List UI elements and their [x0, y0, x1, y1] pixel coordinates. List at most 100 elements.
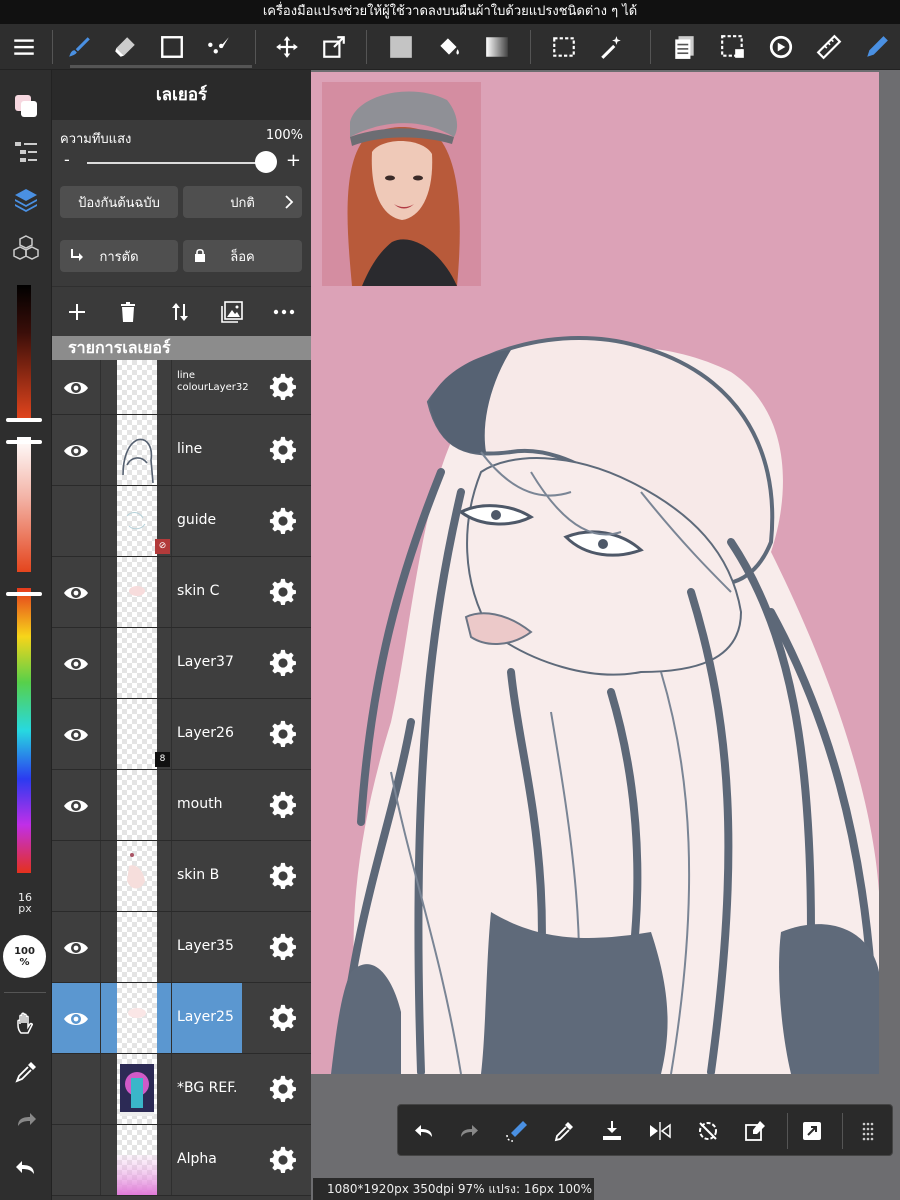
layer-row[interactable]: Layer26 8: [52, 699, 311, 770]
layer-thumbnail[interactable]: [117, 770, 157, 840]
opacity-decrease-button[interactable]: -: [64, 150, 70, 169]
gear-icon[interactable]: [269, 507, 297, 535]
clear-layer-icon[interactable]: [741, 1117, 769, 1145]
layer-row[interactable]: mouth: [52, 770, 311, 841]
layer-row[interactable]: line colourLayer32: [52, 360, 311, 415]
rotate-icon[interactable]: [762, 28, 800, 66]
layer-thumbnail[interactable]: [117, 486, 157, 556]
layer-thumbnail[interactable]: [117, 360, 157, 414]
layer-thumbnail[interactable]: [117, 415, 157, 485]
dropper-icon[interactable]: [550, 1117, 578, 1145]
layer-thumbnail[interactable]: [117, 841, 157, 911]
menu-icon[interactable]: [5, 28, 43, 66]
brush-opacity-button[interactable]: 100 %: [3, 935, 46, 978]
eye-hidden-toggle[interactable]: [62, 1147, 90, 1175]
eye-icon[interactable]: [62, 792, 90, 820]
saturation-slider[interactable]: [17, 437, 31, 572]
copy-layers-icon[interactable]: [666, 28, 704, 66]
eye-icon[interactable]: [62, 934, 90, 962]
gear-icon[interactable]: [269, 649, 297, 677]
layers-icon[interactable]: [6, 180, 46, 220]
reference-photo[interactable]: [322, 82, 481, 286]
layer-row[interactable]: skin B: [52, 841, 311, 912]
layer-thumbnail[interactable]: [117, 699, 157, 769]
eye-hidden-toggle[interactable]: [62, 1076, 90, 1104]
canvas-area[interactable]: [311, 70, 900, 1200]
layer-thumbnail[interactable]: [117, 912, 157, 982]
gear-icon[interactable]: [269, 862, 297, 890]
layer-row[interactable]: guide ⊘: [52, 486, 311, 557]
lock-button[interactable]: ล็อค: [183, 240, 302, 272]
select-icon[interactable]: [545, 28, 583, 66]
layer-row[interactable]: Layer25: [52, 983, 311, 1054]
stabilizer-pen-icon[interactable]: [503, 1117, 531, 1145]
gear-icon[interactable]: [269, 1004, 297, 1032]
eye-icon[interactable]: [62, 579, 90, 607]
gear-icon[interactable]: [269, 1075, 297, 1103]
eyedropper-icon[interactable]: [6, 1052, 46, 1092]
eye-icon[interactable]: [62, 437, 90, 465]
gear-icon[interactable]: [269, 436, 297, 464]
gear-icon[interactable]: [269, 720, 297, 748]
line-pen-icon[interactable]: [200, 28, 238, 66]
color-swatch-icon[interactable]: [6, 86, 46, 126]
fill-color-icon[interactable]: [382, 28, 420, 66]
redo-arrow-icon[interactable]: [455, 1117, 483, 1145]
delete-layer-icon[interactable]: [113, 297, 143, 327]
grid-handle-icon[interactable]: [854, 1117, 882, 1145]
brush-size-readout[interactable]: 16 px: [0, 892, 50, 914]
brightness-slider[interactable]: [17, 285, 31, 420]
ruler-icon[interactable]: [810, 28, 848, 66]
brightness-slider-handle[interactable]: [6, 418, 42, 422]
bucket-icon[interactable]: [430, 28, 468, 66]
eye-icon[interactable]: [62, 721, 90, 749]
opacity-slider-track[interactable]: [87, 162, 271, 164]
layer-row[interactable]: Alpha: [52, 1125, 311, 1196]
eraser-icon[interactable]: [106, 28, 144, 66]
redo-icon[interactable]: [6, 1100, 46, 1140]
gear-icon[interactable]: [269, 1146, 297, 1174]
move-icon[interactable]: [268, 28, 306, 66]
layer-row[interactable]: line: [52, 415, 311, 486]
opacity-slider-knob[interactable]: [255, 151, 277, 173]
layer-thumbnail[interactable]: [117, 1125, 157, 1195]
layer-row[interactable]: Layer37: [52, 628, 311, 699]
eye-icon[interactable]: [62, 650, 90, 678]
transform-icon[interactable]: [315, 28, 353, 66]
layer-image-icon[interactable]: [217, 297, 247, 327]
blend-mode-button[interactable]: ปกติ: [183, 186, 302, 218]
add-layer-icon[interactable]: [62, 297, 92, 327]
layer-row[interactable]: Layer35: [52, 912, 311, 983]
magic-wand-icon[interactable]: [592, 28, 630, 66]
artboard[interactable]: [311, 72, 879, 1074]
hue-slider-handle[interactable]: [6, 592, 42, 596]
reset-rotation-icon[interactable]: [694, 1117, 722, 1145]
eye-hidden-toggle[interactable]: [62, 863, 90, 891]
saturation-slider-handle[interactable]: [6, 440, 42, 444]
clipping-button[interactable]: การตัด: [60, 240, 178, 272]
select-area-icon[interactable]: [714, 28, 752, 66]
gear-icon[interactable]: [269, 933, 297, 961]
layer-thumbnail[interactable]: [117, 983, 157, 1053]
brush-list-icon[interactable]: [6, 132, 46, 172]
layer-row[interactable]: skin C: [52, 557, 311, 628]
layer-thumbnail[interactable]: [117, 1054, 157, 1124]
eye-icon[interactable]: [62, 1005, 90, 1033]
eye-icon[interactable]: [62, 374, 90, 402]
gear-icon[interactable]: [269, 791, 297, 819]
save-download-icon[interactable]: [598, 1117, 626, 1145]
layer-row[interactable]: *BG REF.: [52, 1054, 311, 1125]
rectangle-icon[interactable]: [153, 28, 191, 66]
pen-icon[interactable]: [858, 28, 896, 66]
flip-horizontal-icon[interactable]: [646, 1117, 674, 1145]
more-options-icon[interactable]: [269, 297, 299, 327]
gradient-icon[interactable]: [478, 28, 516, 66]
eye-hidden-toggle[interactable]: [62, 508, 90, 536]
hue-slider[interactable]: [17, 588, 31, 873]
brush-icon[interactable]: [60, 28, 98, 66]
layer-thumbnail[interactable]: [117, 628, 157, 698]
reorder-layer-icon[interactable]: [165, 297, 195, 327]
undo-arrow-icon[interactable]: [410, 1117, 438, 1145]
opacity-increase-button[interactable]: +: [286, 150, 301, 171]
materials-icon[interactable]: [6, 228, 46, 268]
